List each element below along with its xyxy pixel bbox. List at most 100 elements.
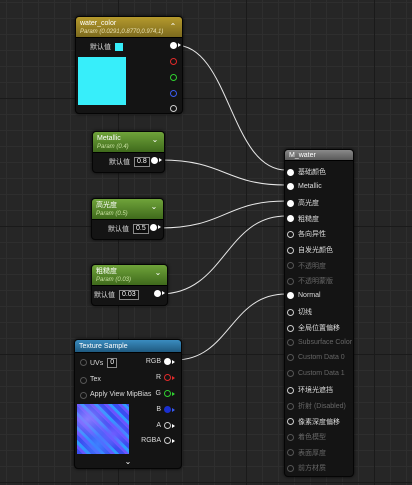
- chevron-down-icon[interactable]: ⌄: [150, 135, 160, 145]
- uvs-label: UVs: [90, 359, 104, 367]
- default-value-row: 默认值 0.5: [108, 224, 149, 234]
- output-pin-rgba[interactable]: [164, 437, 171, 444]
- material-input-row: 各向异性: [287, 229, 326, 239]
- material-input-pin[interactable]: [287, 369, 294, 377]
- material-input-pin[interactable]: [287, 464, 294, 472]
- output-pin-rgb[interactable]: [164, 358, 171, 365]
- value-field[interactable]: 0.5: [133, 224, 149, 234]
- material-input-label: 表面厚度: [298, 449, 326, 457]
- metallic-header[interactable]: Metallic Param (0.4) ⌄: [93, 132, 164, 153]
- texture-sample-header[interactable]: Texture Sample: [75, 340, 181, 353]
- pin-arrow-icon: [172, 423, 175, 428]
- value-field[interactable]: 0.8: [134, 157, 150, 167]
- material-input-pin[interactable]: [287, 386, 294, 394]
- default-value-row: 默认值 0.8: [109, 157, 150, 167]
- material-result-node[interactable]: M_water 基础颜色 Metallic 高光度 粗糙度 各向异性 自发光颜色 不透明度不…: [284, 149, 354, 477]
- material-input-label: 像素深度偏移: [298, 418, 340, 426]
- material-input-pin[interactable]: [287, 308, 294, 316]
- metallic-param-node[interactable]: Metallic Param (0.4) ⌄ 默认值 0.8: [92, 131, 165, 173]
- material-input-pin[interactable]: [287, 291, 294, 299]
- material-input-label: Normal: [298, 291, 321, 299]
- color-swatch[interactable]: [115, 43, 123, 51]
- material-input-label: 粗糙度: [298, 215, 319, 223]
- output-pin-g[interactable]: [164, 390, 171, 397]
- output-g-row: G: [156, 390, 175, 397]
- material-input-label: Custom Data 0: [298, 354, 345, 362]
- material-input-pin[interactable]: [287, 418, 294, 426]
- material-input-pin[interactable]: [287, 199, 294, 207]
- roughness-header[interactable]: 粗糙度 Param (0.03) ⌄: [92, 265, 167, 286]
- collapse-icon[interactable]: ⌃: [168, 22, 178, 32]
- output-pin-white[interactable]: [170, 42, 177, 49]
- output-r-row: R: [156, 374, 175, 381]
- material-input-pin[interactable]: [287, 449, 294, 457]
- wire-metallic: [160, 159, 287, 186]
- material-input-pin[interactable]: [287, 324, 294, 332]
- output-pin-red[interactable]: [170, 58, 177, 65]
- output-pin-b[interactable]: [164, 406, 171, 413]
- water-color-header[interactable]: water_color Param (0.0291,0.8770,0.974,1…: [76, 17, 182, 38]
- expand-chevron-icon[interactable]: ⌄: [123, 457, 133, 467]
- input-pin-tex[interactable]: [80, 377, 87, 384]
- material-input-pin[interactable]: [287, 215, 294, 223]
- material-input-row: 自发光颜色: [287, 245, 333, 255]
- wire-gloss: [159, 200, 287, 229]
- material-input-label: 环境光遮挡: [298, 387, 333, 395]
- water-color-node[interactable]: water_color Param (0.0291,0.8770,0.974,1…: [75, 16, 183, 114]
- material-input-label: Metallic: [298, 182, 322, 190]
- material-input-label: 前方材质: [298, 465, 326, 473]
- chevron-down-icon[interactable]: ⌄: [149, 202, 159, 212]
- chevron-down-icon[interactable]: ⌄: [153, 268, 163, 278]
- tex-label: Tex: [90, 376, 101, 383]
- material-input-pin[interactable]: [287, 262, 294, 270]
- output-pin[interactable]: [154, 290, 161, 297]
- material-input-row: 切线: [287, 307, 312, 317]
- material-input-pin[interactable]: [287, 402, 294, 410]
- material-input-pin[interactable]: [287, 354, 294, 362]
- default-value-row: 默认值: [90, 42, 123, 52]
- material-input-row: 像素深度偏移: [287, 417, 340, 427]
- output-pin-blue[interactable]: [170, 90, 177, 97]
- material-input-pin[interactable]: [287, 338, 294, 346]
- mip-label: Apply View MipBias: [90, 391, 152, 398]
- value-field[interactable]: 0.03: [119, 290, 139, 300]
- material-input-pin[interactable]: [287, 433, 294, 441]
- output-pin[interactable]: [150, 224, 157, 231]
- wire-normal: [174, 293, 287, 361]
- material-input-row: 表面厚度: [287, 448, 326, 458]
- input-pin-uvs[interactable]: [80, 359, 87, 366]
- pin-arrow-icon: [159, 158, 162, 162]
- input-pin-mip[interactable]: [80, 392, 87, 399]
- pin-arrow-icon: [172, 359, 175, 364]
- material-input-pin[interactable]: [287, 277, 294, 285]
- roughness-param-node[interactable]: 粗糙度 Param (0.03) ⌄ 默认值 0.03: [91, 264, 168, 306]
- material-input-label: 不透明度: [298, 262, 326, 270]
- uvs-value-field[interactable]: 0: [107, 358, 118, 368]
- output-pin-a[interactable]: [164, 422, 171, 429]
- tex-row: Tex: [90, 376, 101, 383]
- material-input-pin[interactable]: [287, 230, 294, 238]
- material-input-row: 折射 (Disabled): [287, 401, 346, 411]
- material-input-row: 高光度: [287, 198, 319, 208]
- material-input-pin[interactable]: [287, 182, 294, 190]
- gloss-header[interactable]: 高光度 Param (0.5) ⌄: [92, 199, 163, 220]
- material-input-row: Subsurface Color: [287, 338, 352, 346]
- gloss-param-node[interactable]: 高光度 Param (0.5) ⌄ 默认值 0.5: [91, 198, 164, 240]
- material-input-label: 高光度: [298, 200, 319, 208]
- pin-arrow-icon: [158, 225, 161, 229]
- material-header[interactable]: M_water: [285, 150, 353, 161]
- material-input-row: 不透明蒙版: [287, 276, 333, 286]
- output-b-row: B: [156, 406, 175, 413]
- material-input-pin[interactable]: [287, 168, 294, 176]
- default-value-label: 默认值: [90, 44, 111, 51]
- material-input-row: 环境光遮挡: [287, 385, 333, 395]
- default-value-label: 默认值: [94, 292, 115, 299]
- material-input-label: 切线: [298, 309, 312, 317]
- output-pin-green[interactable]: [170, 74, 177, 81]
- output-pin-r[interactable]: [164, 374, 171, 381]
- material-input-label: 不透明蒙版: [298, 278, 333, 286]
- texture-sample-node[interactable]: Texture Sample UVs 0 Tex Apply View MipB…: [74, 339, 182, 469]
- material-input-pin[interactable]: [287, 246, 294, 254]
- output-pin[interactable]: [151, 157, 158, 164]
- output-pin-alpha[interactable]: [170, 105, 177, 112]
